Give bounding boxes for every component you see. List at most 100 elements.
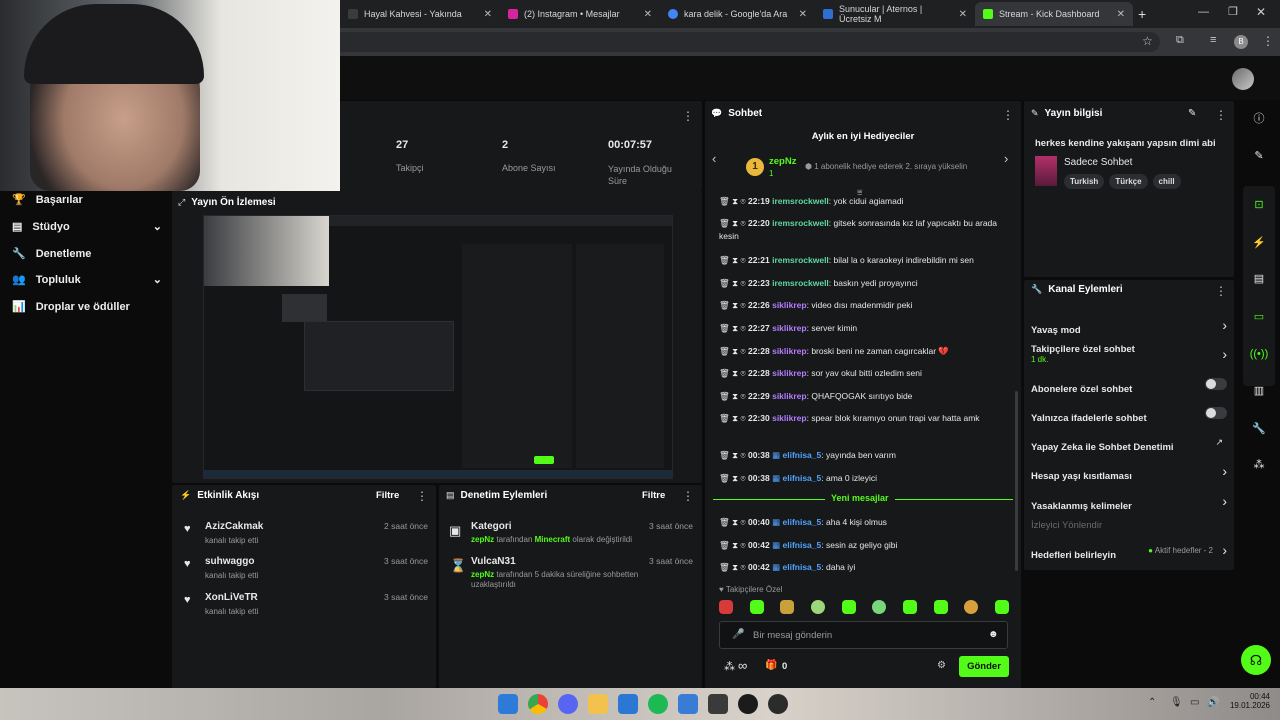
- bolt-icon[interactable]: ⚡: [1245, 231, 1273, 253]
- apps-icon[interactable]: ⁂: [1245, 453, 1273, 475]
- broadcast-icon[interactable]: ((•)): [1245, 343, 1273, 365]
- tab-google-search[interactable]: kara delik - Google'da Ara ✕: [660, 2, 815, 26]
- activity-filter-button[interactable]: Filtre: [376, 490, 399, 501]
- layout-icon[interactable]: ▥: [1245, 379, 1273, 401]
- mod-icons[interactable]: 🗑 ⧗ ⌾: [719, 540, 746, 550]
- close-icon[interactable]: ✕: [644, 9, 652, 20]
- edit-icon[interactable]: ✎: [1188, 108, 1196, 119]
- support-icon[interactable]: ☊: [1241, 645, 1271, 675]
- emote-icon[interactable]: [872, 600, 887, 614]
- send-button[interactable]: Gönder: [959, 656, 1009, 677]
- gifters-next-arrow[interactable]: ›: [1004, 151, 1008, 166]
- close-window-icon[interactable]: ✕: [1256, 5, 1266, 19]
- url-field[interactable]: [330, 32, 1160, 52]
- user-avatar[interactable]: [1232, 68, 1254, 90]
- actions-menu-icon[interactable]: ⋮: [1215, 284, 1227, 298]
- people-infinity-icon[interactable]: ⁂: [724, 660, 735, 673]
- mic-icon[interactable]: 🎙: [1170, 697, 1183, 708]
- mod-icons[interactable]: 🗑 ⧗ ⌾: [719, 562, 746, 572]
- close-icon[interactable]: ✕: [484, 9, 492, 20]
- emotes-only-toggle[interactable]: [1205, 407, 1227, 419]
- ai-moderation-row[interactable]: Yapay Zeka ile Sohbet Denetimi ↗: [1031, 437, 1227, 455]
- camera-icon[interactable]: ⊡: [1245, 193, 1273, 215]
- photos-icon[interactable]: [678, 694, 698, 714]
- volume-icon[interactable]: 🔊: [1207, 697, 1219, 708]
- document-icon[interactable]: ▤: [1245, 267, 1273, 289]
- steam-icon[interactable]: [768, 694, 788, 714]
- mod-icons[interactable]: 🗑 ⧗ ⌾: [719, 517, 746, 527]
- stats-menu-icon[interactable]: ⋮: [682, 109, 694, 123]
- sidebar-item-achievements[interactable]: 🏆 Başarılar: [12, 193, 83, 207]
- mod-icons[interactable]: 🗑 ⧗ ⌾: [719, 413, 746, 423]
- followers-only-row[interactable]: Takipçilere özel sohbet 1 dk. ›: [1031, 344, 1227, 364]
- slow-mode-row[interactable]: Yavaş mod ›: [1031, 317, 1227, 338]
- wrench-icon[interactable]: 🔧: [1245, 417, 1273, 439]
- folder-icon[interactable]: [588, 694, 608, 714]
- minimize-icon[interactable]: —: [1198, 6, 1209, 18]
- moderation-filter-button[interactable]: Filtre: [642, 490, 665, 501]
- tray-chevron-icon[interactable]: ⌃: [1148, 697, 1156, 708]
- emote-icon[interactable]: [902, 600, 917, 614]
- tag[interactable]: Turkish: [1064, 174, 1105, 189]
- minecraft-icon[interactable]: [708, 694, 728, 714]
- store-icon[interactable]: [618, 694, 638, 714]
- mod-icons[interactable]: 🗑 ⧗ ⌾: [719, 473, 746, 483]
- chat-icon[interactable]: ▭: [1245, 305, 1273, 327]
- mod-icons[interactable]: 🗑 ⧗ ⌾: [719, 346, 746, 356]
- sidebar-item-studio[interactable]: ▤ Stüdyo ⌄: [12, 220, 162, 234]
- emote-icon[interactable]: [810, 600, 825, 614]
- tab-hayal-kahvesi[interactable]: Hayal Kahvesi - Yakında ✕: [340, 2, 500, 26]
- close-icon[interactable]: ✕: [1117, 9, 1125, 20]
- account-age-row[interactable]: Hesap yaşı kısıtlaması ›: [1031, 463, 1227, 484]
- moderation-menu-icon[interactable]: ⋮: [682, 489, 694, 503]
- sidebar-item-drops[interactable]: 📊 Droplar ve ödüller: [12, 300, 130, 314]
- banned-words-row[interactable]: Yasaklanmış kelimeler ›: [1031, 493, 1227, 514]
- emoji-icon[interactable]: ☻: [988, 629, 999, 640]
- tab-aternos[interactable]: Sunucular | Aternos | Ücretsiz M ✕: [815, 2, 975, 26]
- obs-icon[interactable]: [738, 694, 758, 714]
- close-icon[interactable]: ✕: [959, 9, 967, 20]
- gifters-prev-arrow[interactable]: ‹: [712, 151, 716, 166]
- emote-icon[interactable]: [933, 600, 948, 614]
- mod-icons[interactable]: 🗑 ⧗ ⌾: [719, 278, 746, 288]
- clock[interactable]: 00:44 19.01.2026: [1226, 692, 1270, 710]
- preview-video[interactable]: [203, 215, 673, 479]
- chrome-icon[interactable]: [528, 694, 548, 714]
- windows-start-icon[interactable]: [498, 694, 518, 714]
- close-icon[interactable]: ✕: [799, 9, 807, 20]
- subs-only-toggle[interactable]: [1205, 378, 1227, 390]
- sidebar-item-moderation[interactable]: 🔧 Denetleme: [12, 247, 91, 261]
- info-menu-icon[interactable]: ⋮: [1215, 108, 1227, 122]
- gift-box-icon[interactable]: 🎁: [765, 660, 777, 671]
- tab-instagram[interactable]: (2) Instagram • Mesajlar ✕: [500, 2, 660, 26]
- emote-icon[interactable]: [749, 600, 764, 614]
- emote-icon[interactable]: [841, 600, 856, 614]
- emote-icon[interactable]: [964, 600, 979, 614]
- emote-icon[interactable]: [994, 600, 1009, 614]
- tag[interactable]: Türkçe: [1109, 174, 1148, 189]
- settings-gear-icon[interactable]: ⚙: [937, 660, 946, 671]
- mod-icons[interactable]: 🗑 ⧗ ⌾: [719, 218, 746, 228]
- emote-icon[interactable]: [719, 600, 733, 614]
- chat-scrollbar[interactable]: [1015, 391, 1018, 571]
- mod-icons[interactable]: 🗑 ⧗ ⌾: [719, 391, 746, 401]
- category-thumbnail[interactable]: [1035, 156, 1057, 186]
- top-gifter-name[interactable]: zepNz: [769, 156, 796, 167]
- chat-input[interactable]: 🎤 Bir mesaj gönderin ☻: [719, 621, 1008, 649]
- microphone-icon[interactable]: 🎤: [732, 629, 744, 640]
- extensions-icon[interactable]: ⧉: [1176, 34, 1184, 47]
- profile-avatar[interactable]: B: [1234, 35, 1248, 49]
- pencil-icon[interactable]: ✎: [1245, 144, 1273, 166]
- browser-menu-icon[interactable]: ⋮: [1262, 34, 1274, 48]
- category-name[interactable]: Sadece Sohbet: [1064, 157, 1132, 168]
- discord-icon[interactable]: [558, 694, 578, 714]
- mod-icons[interactable]: 🗑 ⧗ ⌾: [719, 368, 746, 378]
- restore-icon[interactable]: ❐: [1228, 5, 1238, 18]
- sidebar-item-community[interactable]: 👥 Topluluk ⌄: [12, 273, 162, 287]
- mod-icons[interactable]: 🗑 ⧗ ⌾: [719, 323, 746, 333]
- media-icon[interactable]: ≡: [1210, 34, 1216, 46]
- emote-icon[interactable]: [780, 600, 795, 614]
- mod-icons[interactable]: 🗑 ⧗ ⌾: [719, 255, 746, 265]
- network-icon[interactable]: ▭: [1190, 697, 1199, 708]
- mod-icons[interactable]: 🗑 ⧗ ⌾: [719, 196, 746, 206]
